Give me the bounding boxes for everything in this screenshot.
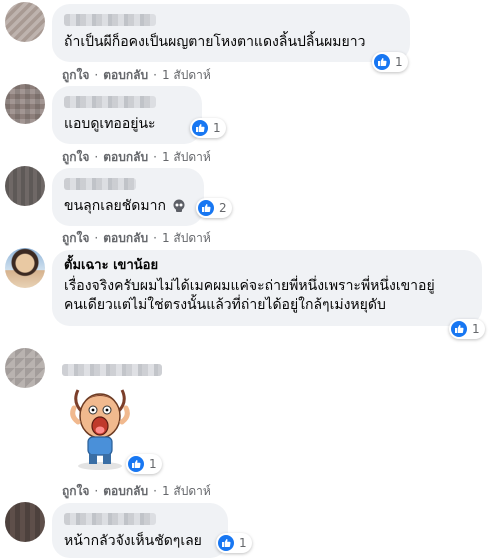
comment-bubble: หน้ากลัวจังเห็นชัดๆเลย	[52, 503, 228, 558]
comment-actions: ถูกใจ · ตอบกลับ · 1 สัปดาห์	[62, 229, 211, 248]
like-count: 1	[239, 536, 247, 550]
reaction-count[interactable]: 2	[196, 198, 232, 218]
reaction-count[interactable]: 1	[216, 533, 252, 553]
author-name-blurred[interactable]	[64, 14, 156, 26]
reply-link[interactable]: ตอบกลับ	[103, 484, 148, 498]
reaction-count[interactable]: 1	[449, 319, 485, 339]
separator-dot: ·	[153, 231, 157, 245]
like-icon	[218, 535, 234, 551]
like-link[interactable]: ถูกใจ	[62, 68, 89, 82]
like-count: 1	[472, 322, 480, 336]
reaction-count[interactable]: 1	[372, 52, 408, 72]
like-link[interactable]: ถูกใจ	[62, 150, 89, 164]
avatar[interactable]	[5, 502, 45, 542]
comment-text-line-1: เรื่องจริงครับผมไม่ได้เมคผมแค่จะถ่ายพี่ห…	[64, 278, 435, 294]
comment-text: หน้ากลัวจังเห็นชัดๆเลย	[64, 533, 202, 549]
comment-text: ถ้าเป็นผีก็อคงเป็นผญตายโหงตาแดงลิ้นปลิ้น…	[64, 34, 366, 50]
separator-dot: ·	[94, 484, 99, 498]
comment-actions: ถูกใจ · ตอบกลับ · 1 สัปดาห์	[62, 66, 211, 85]
timestamp[interactable]: 1 สัปดาห์	[162, 150, 211, 164]
comment-actions: ถูกใจ · ตอบกลับ · 1 สัปดาห์	[62, 482, 211, 501]
separator-dot: ·	[94, 231, 99, 245]
author-name-blurred[interactable]	[62, 364, 162, 376]
like-link[interactable]: ถูกใจ	[62, 231, 89, 245]
reply-link[interactable]: ตอบกลับ	[103, 150, 148, 164]
skull-icon	[172, 199, 186, 213]
timestamp[interactable]: 1 สัปดาห์	[162, 484, 211, 498]
avatar[interactable]	[5, 348, 45, 388]
like-count: 2	[219, 201, 227, 215]
separator-dot: ·	[153, 68, 157, 82]
comment-text: แอบดูเทออยู่นะ	[64, 116, 156, 132]
comment-actions: ถูกใจ · ตอบกลับ · 1 สัปดาห์	[62, 148, 211, 167]
timestamp[interactable]: 1 สัปดาห์	[162, 231, 211, 245]
like-icon	[192, 120, 208, 136]
like-icon	[198, 200, 214, 216]
reaction-count[interactable]: 1	[190, 118, 226, 138]
separator-dot: ·	[94, 68, 99, 82]
separator-dot: ·	[153, 484, 157, 498]
like-count: 1	[213, 121, 221, 135]
like-icon	[374, 54, 390, 70]
comment-text: ขนลุกเลยชัดมาก	[64, 197, 192, 216]
comment-text-content: ขนลุกเลยชัดมาก	[64, 198, 166, 214]
timestamp[interactable]: 1 สัปดาห์	[162, 68, 211, 82]
reply-link[interactable]: ตอบกลับ	[103, 231, 148, 245]
avatar[interactable]	[5, 248, 45, 288]
separator-dot: ·	[153, 150, 157, 164]
like-icon	[128, 456, 144, 472]
author-name-blurred[interactable]	[64, 178, 136, 190]
comment-bubble: ขนลุกเลยชัดมาก	[52, 168, 204, 226]
comment-text-line-2: คนเดียวแต่ไม่ใช่ตรงนั้นแล้วที่ถ่ายได้อยู…	[64, 297, 386, 313]
comment-bubble: แอบดูเทออยู่นะ	[52, 86, 202, 144]
like-count: 1	[149, 457, 157, 471]
like-count: 1	[395, 55, 403, 69]
avatar[interactable]	[5, 2, 45, 42]
reply-link[interactable]: ตอบกลับ	[103, 68, 148, 82]
separator-dot: ·	[94, 150, 99, 164]
like-link[interactable]: ถูกใจ	[62, 484, 89, 498]
comment-bubble: ตั้มเฉาะ เขาน้อย เรื่องจริงครับผมไม่ได้เ…	[52, 250, 482, 326]
comment-bubble: ถ้าเป็นผีก็อคงเป็นผญตายโหงตาแดงลิ้นปลิ้น…	[52, 4, 410, 62]
reaction-count[interactable]: 1	[126, 454, 162, 474]
author-name-blurred[interactable]	[64, 513, 156, 525]
avatar[interactable]	[5, 166, 45, 206]
author-name-blurred[interactable]	[64, 96, 156, 108]
author-name[interactable]: ตั้มเฉาะ เขาน้อย	[64, 258, 470, 274]
like-icon	[451, 321, 467, 337]
avatar[interactable]	[5, 84, 45, 124]
